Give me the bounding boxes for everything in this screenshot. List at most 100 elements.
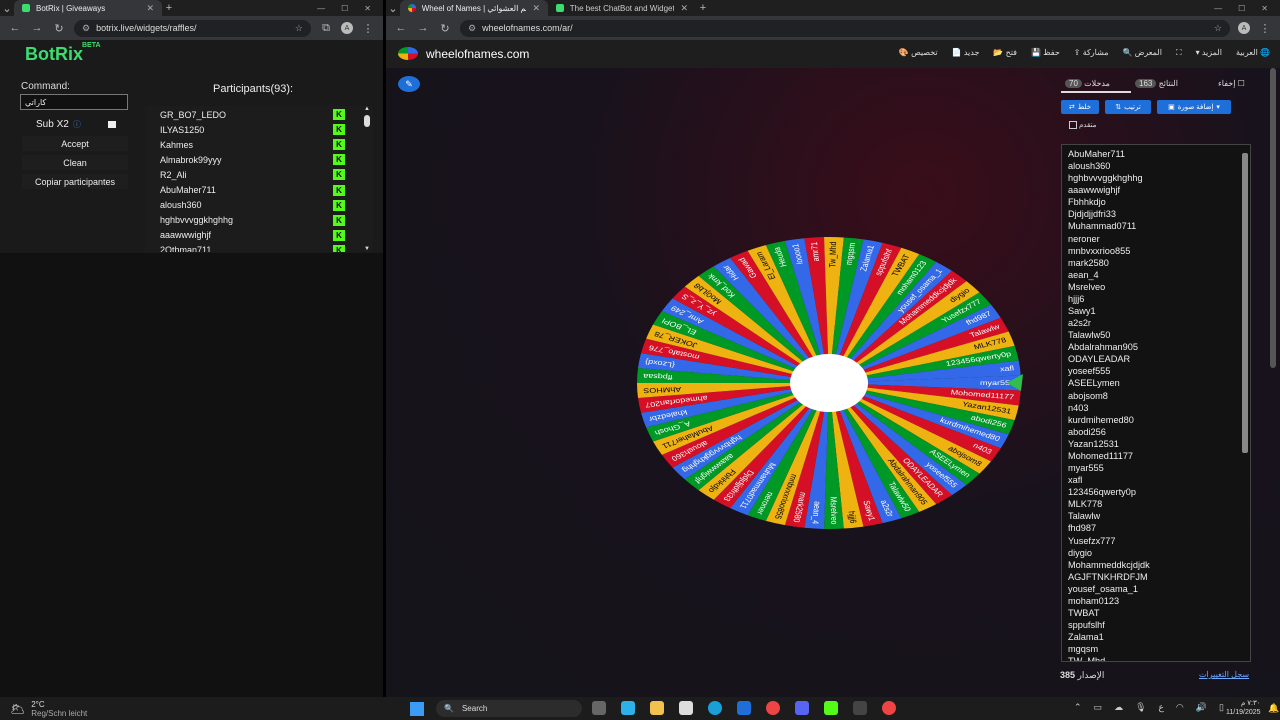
forward-icon[interactable]: →: [30, 22, 44, 34]
copy-participants-button[interactable]: Copiar participantes: [22, 174, 128, 189]
clock[interactable]: ٧:٣٠ م 11/19/2025: [1226, 699, 1261, 717]
mail-icon[interactable]: [737, 701, 751, 715]
store-icon[interactable]: [679, 701, 693, 715]
advanced-checkbox[interactable]: [1069, 121, 1077, 130]
scroll-thumb[interactable]: [364, 115, 370, 127]
discord-icon[interactable]: [795, 701, 809, 715]
new-tab-icon[interactable]: +: [696, 2, 710, 14]
terminal-icon[interactable]: [853, 701, 867, 715]
forward-icon[interactable]: →: [416, 22, 430, 34]
new-tab-icon[interactable]: +: [162, 2, 176, 14]
kick-app-icon[interactable]: [824, 701, 838, 715]
menu-save[interactable]: حفظ 💾: [1031, 48, 1060, 58]
changelog-link[interactable]: سجل التغييرات: [1199, 670, 1249, 679]
close-tab-icon[interactable]: ✕: [532, 3, 540, 14]
tab-botrix-chatbot[interactable]: The best ChatBot and Widgets ✕: [548, 0, 696, 16]
edge-icon[interactable]: [708, 701, 722, 715]
menu-open[interactable]: فتح 📂: [993, 48, 1017, 58]
address-bar[interactable]: ⚙ botrix.live/widgets/raffles/ ☆: [74, 19, 311, 37]
reload-icon[interactable]: ↻: [52, 22, 66, 35]
info-icon[interactable]: ⓘ: [73, 119, 81, 130]
scroll-up-icon[interactable]: ▲: [364, 106, 370, 112]
shuffle-button[interactable]: ⇄ خلط: [1061, 100, 1099, 114]
participants-list[interactable]: GR_BO7_LEDO K ILYAS1250 K Kahmes K Almabrok99y…: [145, 106, 373, 252]
advanced-toggle[interactable]: متقدم: [1069, 121, 1096, 130]
page-scrollbar[interactable]: [1270, 68, 1276, 368]
chevron-up-icon[interactable]: ⌃: [1074, 702, 1082, 713]
back-icon[interactable]: ←: [8, 22, 22, 34]
site-info-icon[interactable]: ⚙: [82, 23, 90, 34]
tray-app-icon[interactable]: ▭: [1094, 702, 1103, 713]
menu-language[interactable]: 🌐 العربية: [1236, 48, 1270, 58]
fullscreen-icon[interactable]: ⛶: [1176, 48, 1182, 58]
clean-button[interactable]: Clean: [22, 155, 128, 170]
address-bar[interactable]: ⚙ wheelofnames.com/ar/ ☆: [460, 19, 1230, 37]
entry-line: Fbhhkdjo: [1068, 197, 1106, 208]
tab-results[interactable]: النتائج 163: [1135, 79, 1178, 88]
minimize-icon[interactable]: —: [317, 4, 325, 13]
window-close-icon[interactable]: ✕: [1261, 4, 1268, 13]
profile-avatar[interactable]: A: [341, 22, 353, 34]
close-tab-icon[interactable]: ✕: [146, 3, 154, 14]
site-info-icon[interactable]: ⚙: [468, 23, 476, 34]
notification-bell-icon[interactable]: 🔔: [1268, 703, 1279, 714]
tab-entries[interactable]: مدخلات 70: [1065, 79, 1110, 88]
volume-icon[interactable]: 🔊: [1196, 702, 1207, 713]
entries-textarea[interactable]: AbuMaher711 aloush360 hghbvvvggkhghhg aaaww…: [1061, 144, 1251, 662]
weather-widget[interactable]: 2°C Reg/Schn leicht: [31, 700, 87, 718]
maximize-icon[interactable]: ☐: [1238, 4, 1245, 13]
menu-dots-icon[interactable]: ⋮: [1258, 22, 1272, 35]
sort-button[interactable]: ⇅ ترتيب: [1105, 100, 1151, 114]
bookmark-star-icon[interactable]: ☆: [295, 23, 303, 34]
menu-customize[interactable]: تخصيص 🎨: [899, 48, 938, 58]
tab-list-icon[interactable]: ⌄: [386, 2, 400, 15]
site-logo-icon[interactable]: [398, 47, 418, 60]
add-image-button[interactable]: ▣ إضافة صورة ▾: [1157, 100, 1231, 114]
mic-icon[interactable]: 🎙: [1135, 702, 1146, 713]
copilot-icon[interactable]: [621, 701, 635, 715]
sub-x2-checkbox[interactable]: [108, 121, 116, 128]
close-tab-icon[interactable]: ✕: [680, 3, 688, 14]
chrome-icon[interactable]: [766, 701, 780, 715]
participants-scrollbar[interactable]: ▲ ▼: [363, 106, 371, 252]
lang-indicator[interactable]: ع: [1159, 702, 1164, 713]
edit-title-icon[interactable]: ✎: [398, 76, 420, 92]
taskbar-search[interactable]: 🔍 Search: [436, 700, 582, 717]
maximize-icon[interactable]: ☐: [341, 4, 348, 13]
search-label: Search: [461, 704, 488, 713]
profile-avatar[interactable]: A: [1238, 22, 1250, 34]
taskview-icon[interactable]: [592, 701, 606, 715]
site-name[interactable]: wheelofnames.com: [426, 47, 529, 61]
tab-botrix[interactable]: BotRix | Giveaways ✕: [14, 0, 162, 16]
command-input[interactable]: [20, 94, 128, 110]
extensions-icon[interactable]: ⧉: [319, 22, 333, 35]
file-explorer-icon[interactable]: [650, 701, 664, 715]
back-icon[interactable]: ←: [394, 22, 408, 34]
entries-scroll-thumb[interactable]: [1242, 153, 1248, 453]
menu-gallery[interactable]: المعرض 🔍: [1123, 48, 1162, 58]
wifi-icon[interactable]: ◠: [1176, 702, 1184, 713]
wheel-center-hub[interactable]: [790, 354, 868, 412]
spin-wheel[interactable]: myar555Mohomed11177Yazan12531abodi256kur…: [634, 235, 1024, 531]
accept-button[interactable]: Accept: [22, 136, 128, 151]
reload-icon[interactable]: ↻: [438, 22, 452, 35]
start-icon[interactable]: [410, 702, 424, 716]
menu-dots-icon[interactable]: ⋮: [361, 22, 375, 35]
chrome-icon-2[interactable]: [882, 701, 896, 715]
bookmark-star-icon[interactable]: ☆: [1214, 23, 1222, 34]
entry-line: TWBAT: [1068, 607, 1100, 618]
scroll-down-icon[interactable]: ▼: [364, 246, 370, 252]
tab-list-icon[interactable]: ⌄: [0, 2, 14, 15]
cloud-icon[interactable]: ☁: [1114, 702, 1123, 713]
entries-scrollbar[interactable]: [1242, 145, 1248, 661]
menu-share[interactable]: مشاركة ⇪: [1074, 48, 1109, 58]
menu-more[interactable]: المزيد ▾: [1196, 48, 1222, 58]
battery-icon[interactable]: ▯: [1219, 702, 1224, 713]
hide-toggle[interactable]: إخفاء ☐: [1218, 79, 1245, 88]
tab-wheel[interactable]: Wheel of Names | قسم العشوائي ✕: [400, 0, 548, 16]
menu-new[interactable]: جديد 📄: [952, 48, 980, 58]
window-close-icon[interactable]: ✕: [364, 4, 371, 13]
minimize-icon[interactable]: —: [1214, 4, 1222, 13]
weather-icon[interactable]: 🌥: [10, 702, 25, 716]
wheel-label: xafl: [1000, 364, 1015, 373]
